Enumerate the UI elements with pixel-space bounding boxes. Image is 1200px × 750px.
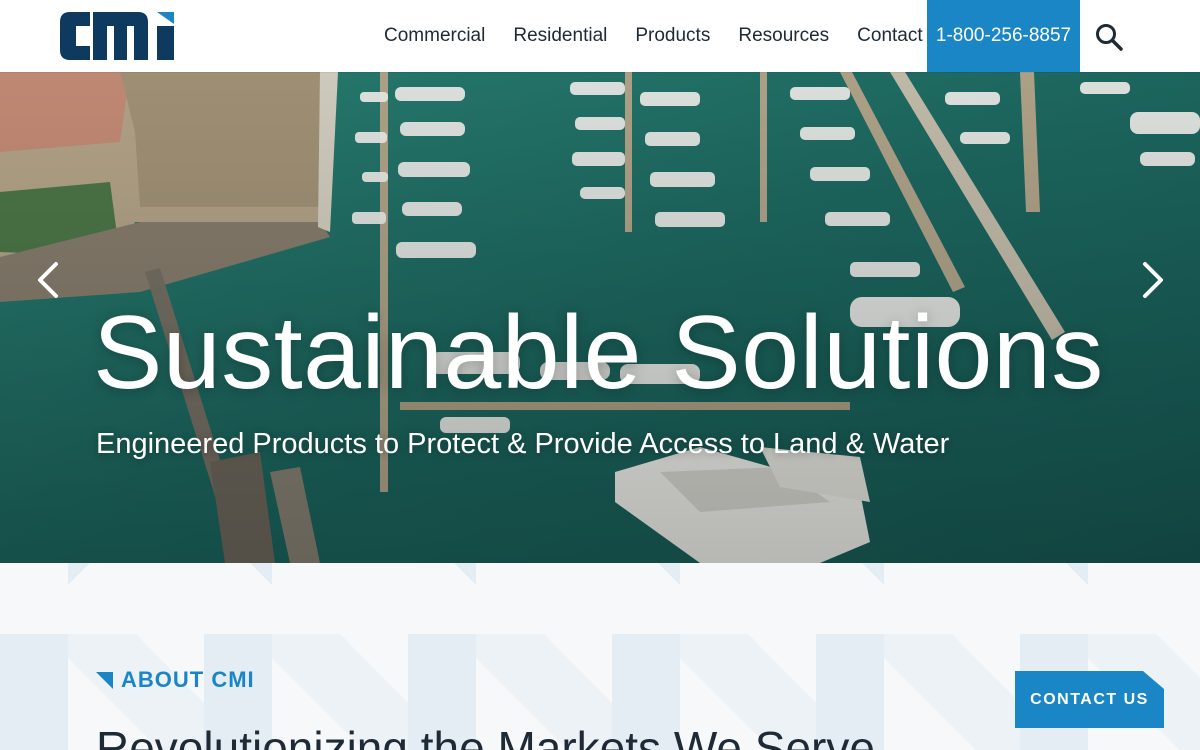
site-header: Commercial Residential Products Resource… [0, 0, 1200, 72]
corner-triangle-icon [96, 671, 113, 689]
hero-title: Sustainable Solutions [93, 295, 1104, 411]
nav-item-products[interactable]: Products [635, 25, 710, 47]
about-eyebrow: ABOUT CMI [96, 667, 255, 693]
search-icon[interactable] [1094, 22, 1124, 52]
nav-item-contact[interactable]: Contact [857, 25, 922, 47]
nav-item-resources[interactable]: Resources [738, 25, 829, 47]
phone-link[interactable]: 1-800-256-8857 [927, 0, 1080, 72]
nav-item-residential[interactable]: Residential [513, 25, 607, 47]
about-eyebrow-label: ABOUT CMI [121, 667, 255, 692]
chevron-left-icon[interactable] [30, 258, 66, 302]
chevron-right-icon[interactable] [1135, 258, 1171, 302]
about-heading: Revolutionizing the Markets We Serve [96, 722, 875, 750]
main-nav: Commercial Residential Products Resource… [370, 0, 937, 72]
cmi-logo[interactable] [60, 12, 174, 60]
hero-carousel: Sustainable Solutions Engineered Product… [0, 72, 1200, 563]
nav-item-commercial[interactable]: Commercial [384, 25, 485, 47]
contact-us-button[interactable]: CONTACT US [1015, 671, 1164, 728]
hero-subtitle: Engineered Products to Protect & Provide… [96, 428, 950, 460]
